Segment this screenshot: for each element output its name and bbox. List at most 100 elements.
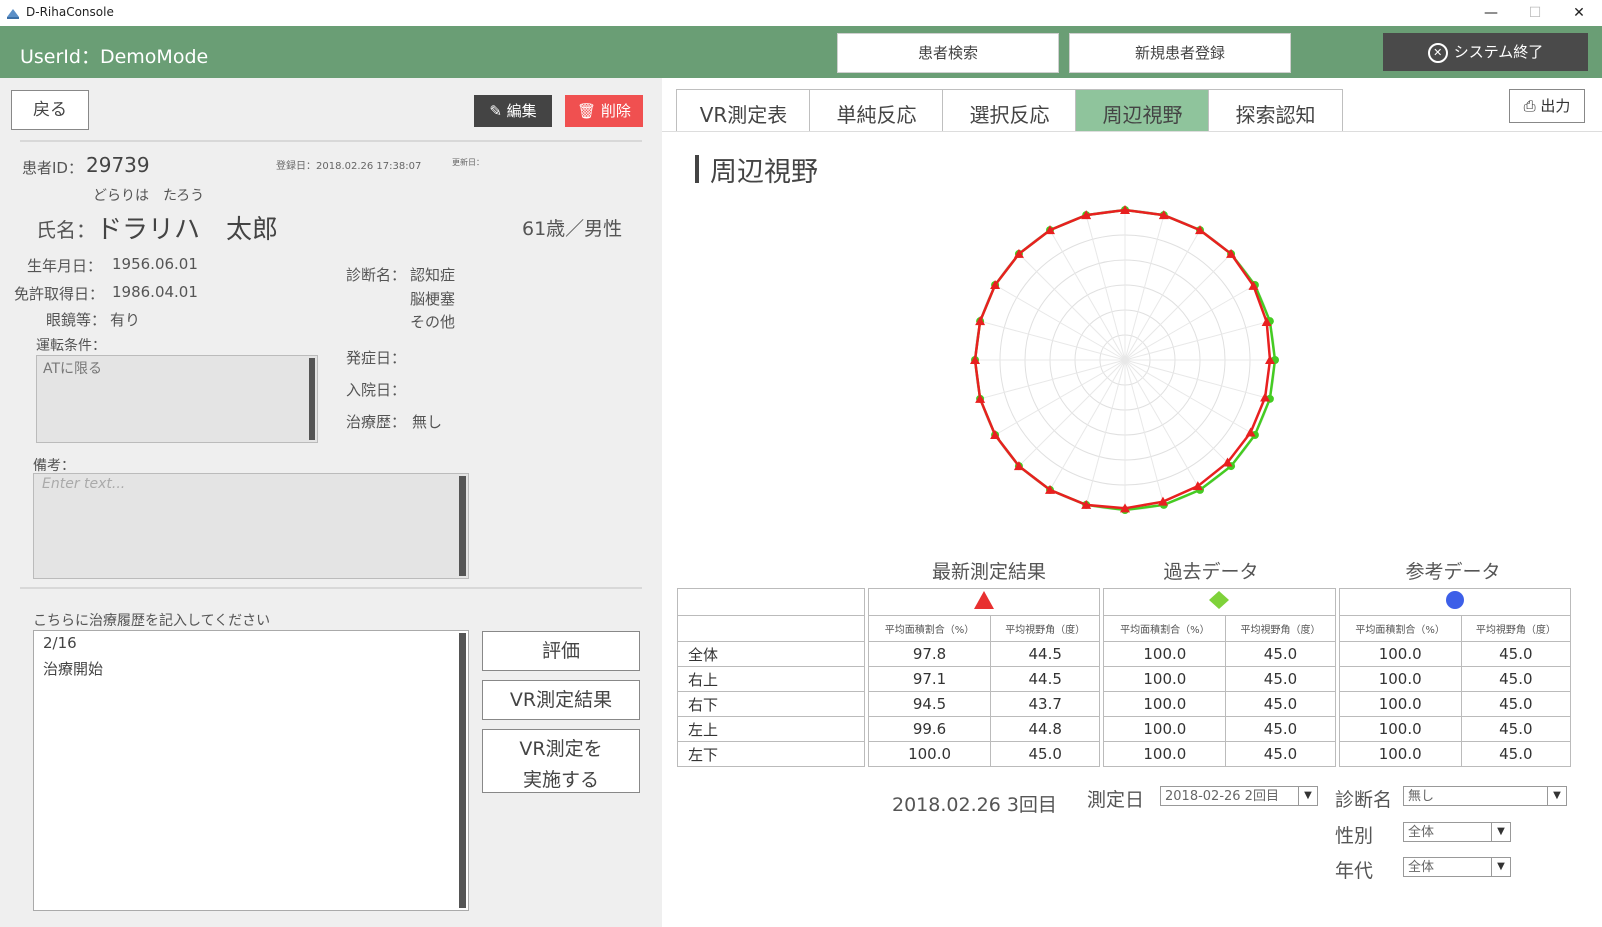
radar-axis: [1018, 359, 1126, 467]
patient-name: ドラリハ 太郎: [96, 215, 279, 245]
table-cell: 44.5: [990, 666, 1101, 692]
table-cell: 100.0: [1103, 741, 1227, 767]
onset-label: 発症日：: [346, 349, 407, 367]
history-line: 治療開始: [43, 660, 104, 678]
maximize-button[interactable]: ☐: [1512, 2, 1558, 24]
edit-label: 編集: [506, 102, 537, 120]
measure-date-value: 2018-02-26 2回目: [1165, 789, 1279, 804]
trash-icon: 🗑: [577, 102, 597, 120]
table-cell: 44.8: [990, 716, 1101, 742]
treatment-label: 治療歴：: [346, 413, 407, 431]
table-row: 全体 97.8 44.5 100.0 45.0 100.0 45.0: [677, 641, 1572, 667]
updated-date: 更新日：: [452, 158, 484, 167]
edit-icon: ✎: [489, 102, 502, 120]
print-button[interactable]: ⎙ 出力: [1509, 89, 1585, 123]
table-cell: 100.0: [1338, 641, 1462, 667]
chevron-down-icon: ▼: [1547, 787, 1566, 805]
table-cell: 44.5: [990, 641, 1101, 667]
treatment-value: 無し: [412, 413, 443, 431]
sex-filter-label: 性別: [1335, 825, 1374, 847]
red-triangle-marker-icon: [974, 591, 995, 609]
vr-run-button[interactable]: VR測定を 実施する: [482, 729, 640, 793]
radar-axis: [1124, 284, 1256, 361]
history-label: こちらに治療履歴を記入してください: [33, 613, 271, 629]
history-line: 2/16: [43, 634, 77, 652]
table-cell: 45.0: [1225, 741, 1336, 767]
table-cell: 100.0: [1338, 741, 1462, 767]
peripheral-vision-radar-chart: [970, 205, 1279, 514]
table-row: 左下 100.0 45.0 100.0 45.0 100.0 45.0: [677, 741, 1572, 767]
latest-marker-cell: [867, 588, 1101, 616]
table-cell: 100.0: [1338, 716, 1462, 742]
age-filter-label: 年代: [1335, 860, 1374, 882]
sex-select-value: 全体: [1408, 825, 1435, 840]
close-window-button[interactable]: ✕: [1556, 2, 1602, 24]
diagnosis-select[interactable]: 無し ▼: [1403, 786, 1567, 806]
tab-simple-reaction[interactable]: 単純反応: [809, 89, 944, 132]
age-select[interactable]: 全体 ▼: [1403, 857, 1511, 877]
app-header: [0, 26, 1602, 78]
current-measure-label: 2018.02.26 3回目: [892, 794, 1057, 816]
driving-label: 運転条件：: [36, 338, 106, 354]
tab-search-cognition[interactable]: 探索認知: [1208, 89, 1343, 132]
driving-condition-field[interactable]: ATに限る: [36, 355, 318, 443]
scrollbar[interactable]: [459, 633, 466, 908]
tab-peripheral-vision[interactable]: 周辺視野: [1075, 89, 1210, 132]
system-exit-button[interactable]: ✕ システム終了: [1383, 33, 1588, 71]
subheader-area: 平均面積割合（%）: [867, 615, 992, 642]
subheader-area: 平均面積割合（%）: [1338, 615, 1462, 642]
table-cell: 100.0: [1103, 666, 1227, 692]
tab-choice-reaction[interactable]: 選択反応: [942, 89, 1077, 132]
vr-result-button[interactable]: VR測定結果: [482, 680, 640, 720]
row-label: 全体: [677, 641, 865, 667]
reference-data-header: 参考データ: [1405, 561, 1501, 583]
measure-date-select[interactable]: 2018-02-26 2回目 ▼: [1160, 786, 1318, 806]
reference-marker-cell: [1338, 588, 1572, 616]
treatment-history-field[interactable]: 2/16 治療開始: [33, 630, 469, 911]
scrollbar[interactable]: [459, 476, 466, 576]
vr-run-label-line2: 実施する: [522, 769, 599, 791]
tab-vr-measure[interactable]: VR測定表: [676, 89, 811, 132]
evaluate-button[interactable]: 評価: [482, 631, 640, 671]
row-label: 左下: [677, 741, 865, 767]
delete-button[interactable]: 🗑 削除: [565, 95, 643, 127]
radar-axis: [1124, 359, 1232, 467]
subheader-angle: 平均視野角（度）: [1460, 615, 1572, 642]
divider: [20, 140, 642, 142]
license-value: 1986.04.01: [112, 283, 198, 301]
sex-select[interactable]: 全体 ▼: [1403, 822, 1511, 842]
table-cell: 45.0: [1225, 716, 1336, 742]
age-select-value: 全体: [1408, 860, 1435, 875]
scrollbar[interactable]: [309, 358, 315, 440]
table-cell: 45.0: [1460, 691, 1572, 717]
table-cell: 45.0: [1460, 666, 1572, 692]
user-id-label: UserId：DemoMode: [20, 46, 209, 68]
section-title: 周辺視野: [710, 157, 818, 188]
diagnosis-item: その他: [410, 313, 456, 331]
printer-icon: ⎙: [1523, 97, 1536, 115]
radar-axis: [994, 359, 1126, 436]
name-label: 氏名：: [36, 218, 96, 242]
glasses-label: 眼鏡等：: [46, 311, 107, 329]
minimize-button[interactable]: —: [1468, 2, 1514, 24]
admission-label: 入院日：: [346, 381, 407, 399]
row-label: 右上: [677, 666, 865, 692]
radar-axis: [1124, 253, 1232, 361]
table-cell: 100.0: [1103, 716, 1227, 742]
table-cell: 45.0: [1460, 641, 1572, 667]
divider: [662, 131, 1602, 132]
table-cell: 45.0: [1225, 666, 1336, 692]
print-label: 出力: [1540, 97, 1571, 115]
past-data-header: 過去データ: [1163, 561, 1259, 583]
table-cell: 100.0: [1338, 666, 1462, 692]
edit-button[interactable]: ✎ 編集: [474, 95, 552, 127]
radar-axis: [1018, 253, 1126, 361]
new-patient-button[interactable]: 新規患者登録: [1069, 33, 1291, 73]
radar-axis: [1124, 359, 1201, 491]
back-button[interactable]: 戻る: [11, 90, 89, 130]
notes-field[interactable]: Enter text...: [33, 473, 469, 579]
patient-search-button[interactable]: 患者検索: [837, 33, 1059, 73]
table-row: 右下 94.5 43.7 100.0 45.0 100.0 45.0: [677, 691, 1572, 717]
diagnosis-item: 認知症: [410, 266, 456, 284]
radar-axis: [1124, 229, 1201, 361]
